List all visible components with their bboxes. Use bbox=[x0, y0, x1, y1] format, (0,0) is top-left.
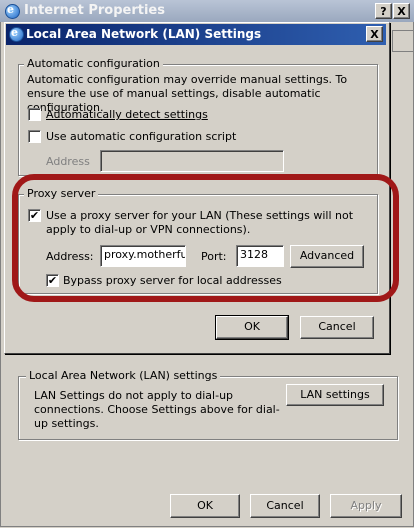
lan-settings-button[interactable]: LAN settings bbox=[286, 384, 384, 406]
dialog-title: Local Area Network (LAN) Settings bbox=[26, 27, 262, 41]
auto-config-group-label: Automatic configuration bbox=[24, 57, 163, 70]
ie-globe-icon: e bbox=[5, 3, 20, 19]
dialog-cancel-button[interactable]: Cancel bbox=[300, 316, 374, 339]
ie-globe-icon: e bbox=[9, 26, 24, 42]
outer-help-button[interactable]: ? bbox=[375, 3, 392, 19]
footer-cancel-button[interactable]: Cancel bbox=[250, 494, 320, 518]
auto-detect-label[interactable]: Automatically detect settings bbox=[46, 108, 208, 121]
proxy-highlight-outline bbox=[12, 174, 399, 302]
auto-config-script-checkbox[interactable] bbox=[28, 130, 41, 143]
footer-ok-button[interactable]: OK bbox=[170, 494, 240, 518]
dialog-title-bar: e Local Area Network (LAN) Settings X bbox=[6, 24, 386, 45]
lan-section-description: LAN Settings do not apply to dial-up con… bbox=[34, 389, 280, 430]
outer-close-button[interactable]: X bbox=[393, 3, 410, 19]
footer-apply-button[interactable]: Apply bbox=[330, 494, 402, 518]
auto-config-address-field[interactable] bbox=[100, 150, 284, 172]
auto-config-script-label[interactable]: Use automatic configuration script bbox=[46, 130, 236, 143]
dialog-close-button[interactable]: X bbox=[366, 26, 383, 42]
outer-title-bar: e Internet Properties ? X bbox=[0, 0, 414, 22]
outer-tab-edge bbox=[392, 30, 413, 52]
dialog-ok-button[interactable]: OK bbox=[215, 315, 289, 340]
auto-config-address-label: Address bbox=[46, 155, 90, 168]
lan-section-title: Local Area Network (LAN) settings bbox=[26, 369, 221, 382]
outer-window-title: Internet Properties bbox=[24, 3, 165, 18]
auto-detect-checkbox[interactable] bbox=[28, 108, 41, 121]
